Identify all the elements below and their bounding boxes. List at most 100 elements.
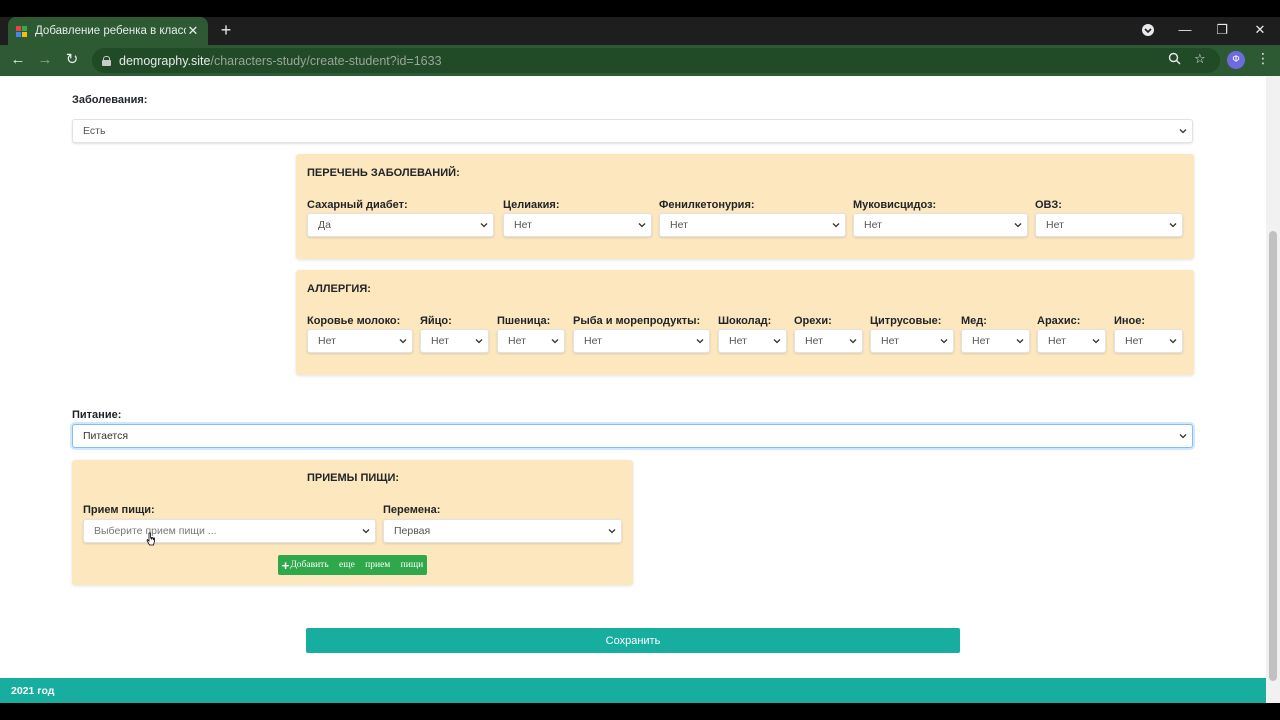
break-select[interactable]: Первая xyxy=(383,519,622,543)
forward-icon[interactable]: → xyxy=(35,50,55,70)
chevron-down-icon xyxy=(849,339,857,344)
reload-icon[interactable]: ↻ xyxy=(62,50,82,70)
allergy-citrus-value: Нет xyxy=(881,335,899,347)
diabetes-value: Да xyxy=(318,219,331,231)
ovz-label: ОВЗ: xyxy=(1035,199,1062,211)
save-button[interactable]: Сохранить xyxy=(306,628,960,653)
lock-icon xyxy=(102,55,111,66)
url-path: /characters-study/create-student?id=1633 xyxy=(210,53,442,68)
allergy-title: АЛЛЕРГИЯ: xyxy=(307,283,371,295)
allergy-chocolate-value: Нет xyxy=(729,335,747,347)
phenylketonuria-value: Нет xyxy=(670,219,688,231)
browser-tab-bar: Добавление ребенка в класс ✕ + — ❐ ✕ xyxy=(0,17,1280,45)
allergy-milk-select[interactable]: Нет xyxy=(307,329,413,353)
chevron-down-icon xyxy=(362,529,370,534)
diabetes-label: Сахарный диабет: xyxy=(307,199,408,211)
allergy-fish-select[interactable]: Нет xyxy=(573,329,710,353)
address-bar[interactable]: demography.site/characters-study/create-… xyxy=(92,48,1220,73)
page-footer: 2021 год xyxy=(0,678,1266,703)
meal-select[interactable]: Выберите прием пищи ... xyxy=(83,519,376,543)
allergy-nuts-value: Нет xyxy=(805,335,823,347)
allergy-milk-value: Нет xyxy=(318,335,336,347)
allergy-chocolate-select[interactable]: Нет xyxy=(718,329,787,353)
phenylketonuria-label: Фенилкетонурия: xyxy=(659,199,755,211)
cystic-fibrosis-label: Муковисцидоз: xyxy=(853,199,937,211)
celiac-value: Нет xyxy=(514,219,532,231)
allergy-egg-label: Яйцо: xyxy=(420,315,452,327)
chevron-down-icon xyxy=(1092,339,1100,344)
allergy-citrus-select[interactable]: Нет xyxy=(870,329,954,353)
chevron-down-icon xyxy=(1016,339,1024,344)
browser-toolbar: ← → ↻ demography.site/characters-study/c… xyxy=(0,45,1280,76)
browser-tab[interactable]: Добавление ребенка в класс ✕ xyxy=(8,17,208,45)
allergy-wheat-value: Нет xyxy=(508,335,526,347)
allergy-panel: АЛЛЕРГИЯ: Коровье молоко: Нет Яйцо: Нет … xyxy=(296,270,1194,375)
break-value: Первая xyxy=(394,525,431,537)
allergy-fish-value: Нет xyxy=(584,335,602,347)
chevron-down-icon xyxy=(399,339,407,344)
new-tab-button[interactable]: + xyxy=(216,20,236,40)
chevron-down-icon xyxy=(1179,129,1187,134)
diseases-select[interactable]: Есть xyxy=(72,119,1193,143)
allergy-peanut-select[interactable]: Нет xyxy=(1037,329,1106,353)
ovz-select[interactable]: Нет xyxy=(1035,213,1183,237)
allergy-fish-label: Рыба и морепродукты: xyxy=(573,315,701,327)
break-label: Перемена: xyxy=(383,504,441,516)
diabetes-select[interactable]: Да xyxy=(307,213,494,237)
chevron-down-icon xyxy=(1179,434,1187,439)
url-domain: demography.site xyxy=(119,53,211,68)
bookmark-star-icon[interactable]: ☆ xyxy=(1194,51,1206,67)
restore-icon[interactable]: ❐ xyxy=(1212,21,1232,39)
allergy-other-label: Иное: xyxy=(1114,315,1146,327)
allergy-wheat-label: Пшеница: xyxy=(497,315,551,327)
mouse-cursor-icon xyxy=(146,532,155,546)
chevron-down-icon xyxy=(608,529,616,534)
minimize-icon[interactable]: — xyxy=(1175,21,1195,39)
celiac-select[interactable]: Нет xyxy=(503,213,652,237)
ovz-value: Нет xyxy=(1046,219,1064,231)
chevron-down-icon xyxy=(1169,223,1177,228)
chevron-down-icon xyxy=(551,339,559,344)
profile-avatar[interactable]: Ф xyxy=(1227,51,1245,69)
chevron-down-icon xyxy=(1169,339,1177,344)
allergy-wheat-select[interactable]: Нет xyxy=(497,329,565,353)
allergy-egg-select[interactable]: Нет xyxy=(420,329,489,353)
footer-text: 2021 год xyxy=(11,684,55,697)
allergy-honey-select[interactable]: Нет xyxy=(961,329,1030,353)
add-meal-button[interactable]: + Добавить еще прием пищи xyxy=(278,555,427,575)
chevron-down-icon xyxy=(475,339,483,344)
chevron-down-icon xyxy=(832,223,840,228)
add-meal-label: Добавить еще прием пищи xyxy=(290,560,424,570)
tab-close-icon[interactable]: ✕ xyxy=(186,23,200,39)
allergy-milk-label: Коровье молоко: xyxy=(307,315,401,327)
chevron-down-icon xyxy=(940,339,948,344)
allergy-citrus-label: Цитрусовые: xyxy=(870,315,942,327)
nutrition-label: Питание: xyxy=(72,409,122,421)
allergy-nuts-label: Орехи: xyxy=(794,315,832,327)
allergy-chocolate-label: Шоколад: xyxy=(718,315,772,327)
zoom-icon[interactable] xyxy=(1168,52,1181,68)
nutrition-select[interactable]: Питается xyxy=(72,424,1193,448)
page-scrollbar[interactable] xyxy=(1266,76,1280,703)
close-window-icon[interactable]: ✕ xyxy=(1250,21,1270,39)
allergy-nuts-select[interactable]: Нет xyxy=(794,329,863,353)
phenylketonuria-select[interactable]: Нет xyxy=(659,213,846,237)
allergy-other-select[interactable]: Нет xyxy=(1114,329,1183,353)
tab-search-icon[interactable] xyxy=(1138,21,1158,42)
cystic-fibrosis-select[interactable]: Нет xyxy=(853,213,1028,237)
chevron-down-icon xyxy=(1014,223,1022,228)
allergy-egg-value: Нет xyxy=(431,335,449,347)
disease-list-panel: ПЕРЕЧЕНЬ ЗАБОЛЕВАНИЙ: Сахарный диабет: Д… xyxy=(296,154,1194,259)
screen-bottom-edge xyxy=(0,703,1280,720)
scrollbar-thumb[interactable] xyxy=(1269,231,1277,681)
celiac-label: Целиакия: xyxy=(503,199,560,211)
allergy-other-value: Нет xyxy=(1125,335,1143,347)
chevron-down-icon xyxy=(480,223,488,228)
plus-icon: + xyxy=(281,557,290,573)
browser-menu-icon[interactable]: ⋮ xyxy=(1256,50,1270,67)
disease-list-title: ПЕРЕЧЕНЬ ЗАБОЛЕВАНИЙ: xyxy=(307,167,460,179)
back-icon[interactable]: ← xyxy=(8,50,28,70)
tab-title: Добавление ребенка в класс xyxy=(35,25,186,37)
allergy-peanut-value: Нет xyxy=(1048,335,1066,347)
diseases-value: Есть xyxy=(83,125,106,137)
